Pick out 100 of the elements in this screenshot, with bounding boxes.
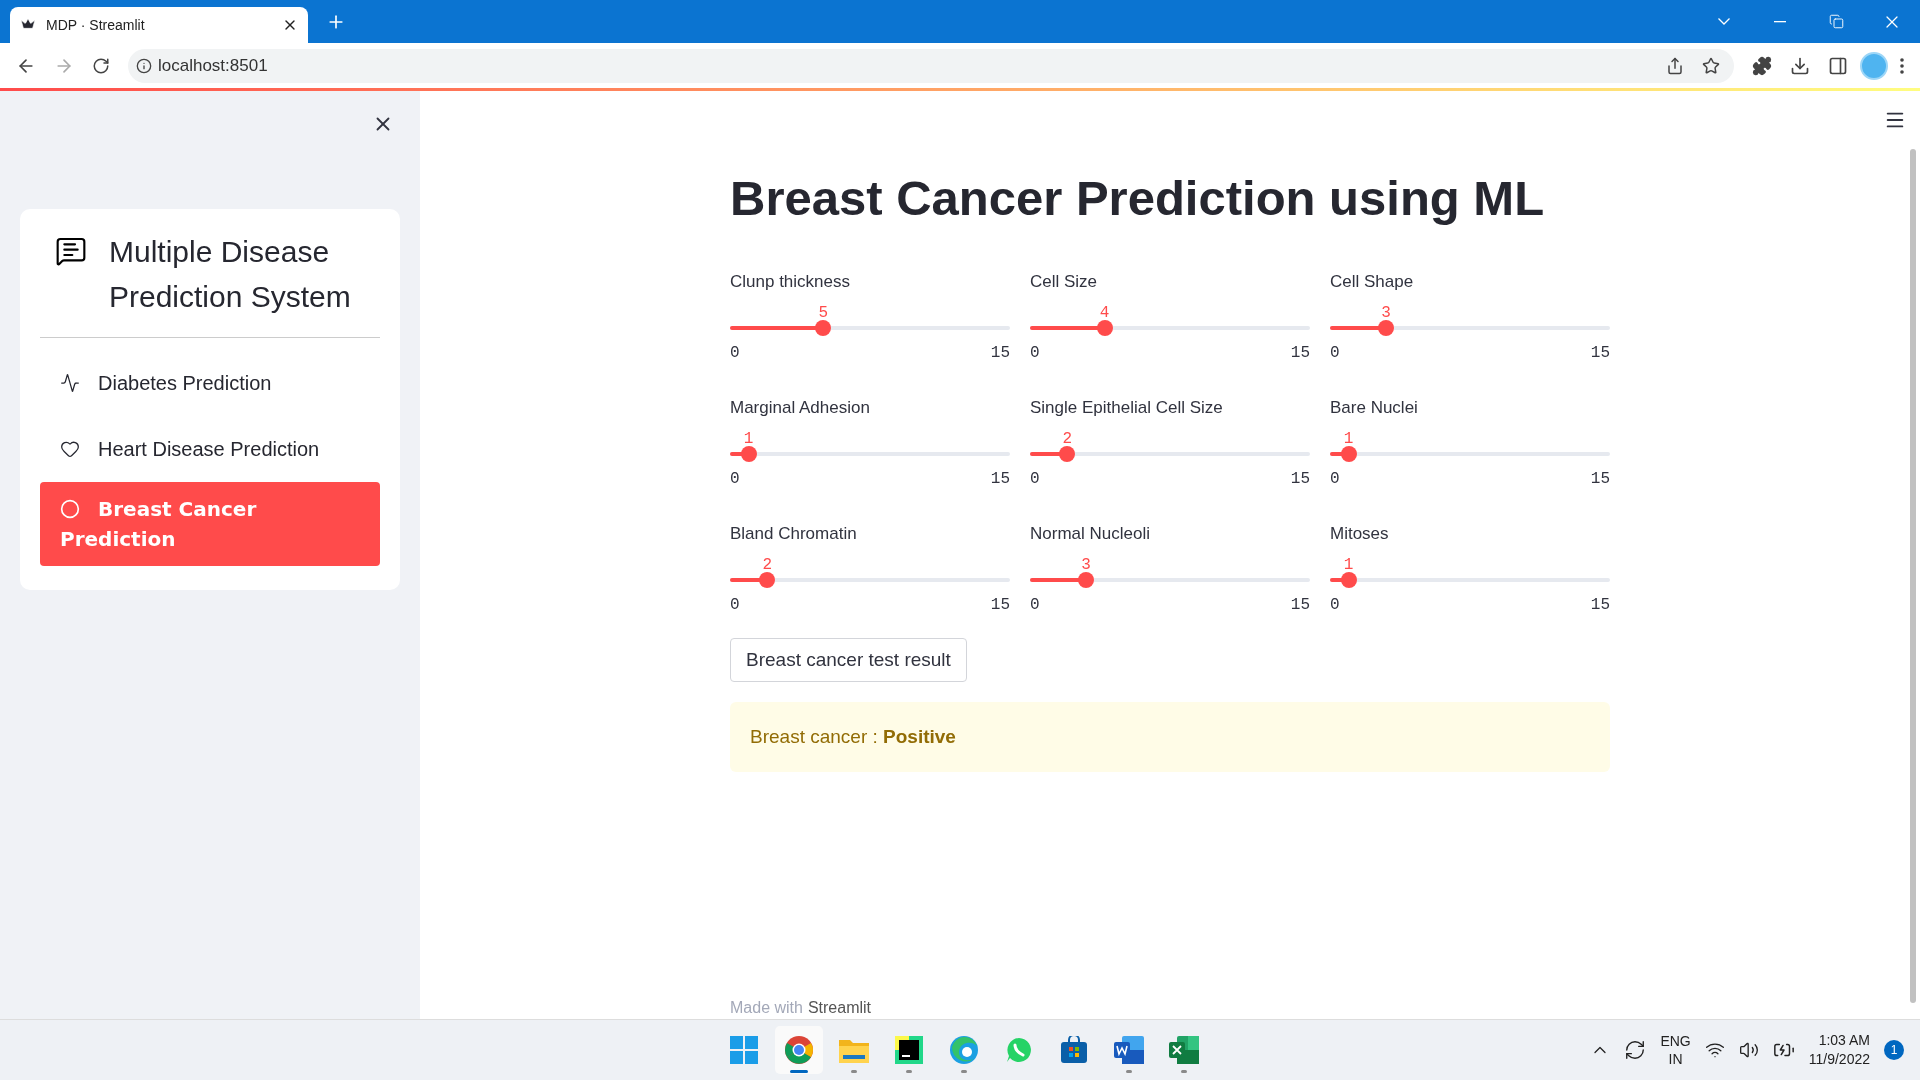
- slider-track[interactable]: [1330, 319, 1610, 336]
- language-indicator[interactable]: ENG IN: [1660, 1032, 1691, 1068]
- store-icon: [1060, 1036, 1088, 1064]
- puzzle-icon: [1752, 55, 1772, 76]
- chat-icon: [1005, 1036, 1033, 1064]
- slider-min: 0: [730, 343, 740, 362]
- slider-value: 5: [818, 303, 829, 322]
- slider-track[interactable]: [1030, 571, 1310, 588]
- slider-track[interactable]: [1330, 571, 1610, 588]
- heart-icon: [60, 439, 80, 459]
- slider-value: 3: [1381, 303, 1391, 322]
- slider-value: 1: [1343, 555, 1354, 574]
- slider-min: 0: [730, 595, 740, 614]
- scrollbar[interactable]: [1910, 149, 1916, 1003]
- slider-max: 15: [1590, 343, 1610, 362]
- profile-avatar[interactable]: [1860, 51, 1888, 80]
- clock-date: 11/9/2022: [1808, 1050, 1870, 1069]
- folder-icon: [839, 1037, 869, 1063]
- slider-track[interactable]: [730, 445, 1010, 462]
- slider-label: Normal Nucleoli: [1030, 523, 1151, 545]
- slider-min: 0: [1030, 595, 1040, 614]
- footer-link[interactable]: Streamlit: [807, 999, 872, 1017]
- notification-badge[interactable]: 1: [1884, 1040, 1904, 1060]
- address-bar[interactable]: localhost:8501: [128, 48, 1734, 83]
- browser-icon: [784, 1035, 814, 1065]
- slider-track[interactable]: [730, 319, 1010, 336]
- slider-value: 4: [1099, 303, 1110, 322]
- slider-max: 15: [990, 343, 1010, 362]
- tab-title: MDP · Streamlit: [46, 17, 146, 33]
- star-icon: [1702, 56, 1720, 75]
- slider-max: 15: [1290, 343, 1310, 362]
- slider-min: 0: [1330, 343, 1340, 362]
- minimize-icon: [1774, 20, 1786, 23]
- slider-min: 0: [1030, 469, 1040, 488]
- test-result-button[interactable]: Breast cancer test result: [730, 637, 967, 682]
- browser-tab[interactable]: MDP · Streamlit: [10, 7, 308, 43]
- slider-thumb[interactable]: [1096, 319, 1113, 336]
- restore-icon: [1828, 14, 1844, 29]
- sidebar-title: Multiple Disease Prediction System: [109, 234, 352, 315]
- spreadsheet-app-icon: [1169, 1036, 1199, 1064]
- nav-item[interactable]: Heart Disease Prediction: [40, 416, 380, 482]
- clock[interactable]: 1:03 AM 11/9/2022: [1808, 1031, 1870, 1069]
- circle-icon: [60, 499, 80, 519]
- language-text: ENG: [1660, 1032, 1691, 1050]
- more-icon: [1900, 57, 1904, 74]
- slider-thumb[interactable]: [1340, 445, 1357, 462]
- slider-track[interactable]: [1330, 445, 1610, 462]
- result-text: Breast cancer : Positive: [750, 725, 956, 747]
- url-text: localhost:8501: [158, 55, 269, 76]
- slider-label: Single Epithelial Cell Size: [1030, 397, 1224, 419]
- slider-label: Clunp thickness: [730, 271, 851, 293]
- windows-icon: [730, 1036, 758, 1064]
- slider-max: 15: [1590, 595, 1610, 614]
- slider-thumb[interactable]: [759, 571, 776, 588]
- slider-label: Bare Nuclei: [1330, 397, 1419, 419]
- list-icon: [55, 235, 87, 267]
- slider-thumb[interactable]: [1378, 319, 1394, 336]
- slider-track[interactable]: [730, 571, 1010, 588]
- info-icon: [136, 57, 152, 74]
- chevron-down-icon: [1718, 18, 1730, 25]
- slider-max: 15: [1590, 469, 1610, 488]
- side-panel-icon: [1828, 55, 1848, 76]
- clock-time: 1:03 AM: [1818, 1031, 1870, 1050]
- slider-track[interactable]: [1030, 319, 1310, 336]
- slider-value: 2: [1062, 429, 1073, 448]
- slider-thumb[interactable]: [815, 319, 832, 336]
- footer-text: Made with: [730, 999, 803, 1017]
- slider-label: Bland Chromatin: [730, 523, 858, 545]
- nav-item[interactable]: Diabetes Prediction: [40, 350, 380, 416]
- slider-label: Cell Size: [1030, 271, 1099, 293]
- slider-thumb[interactable]: [1078, 571, 1094, 588]
- slider-value: 1: [1343, 429, 1354, 448]
- slider-label: Cell Shape: [1330, 271, 1415, 293]
- slider-max: 15: [990, 595, 1010, 614]
- slider-max: 15: [990, 469, 1010, 488]
- slider-max: 15: [1290, 595, 1310, 614]
- slider-label: Mitoses: [1330, 523, 1390, 545]
- slider-value: 1: [743, 429, 754, 448]
- ide-icon: [895, 1036, 923, 1064]
- slider-thumb[interactable]: [1340, 571, 1357, 588]
- language-text: IN: [1668, 1050, 1683, 1068]
- slider-value: 2: [762, 555, 773, 574]
- slider-min: 0: [730, 469, 740, 488]
- slider-label: Marginal Adhesion: [730, 397, 871, 419]
- slider-track[interactable]: [1030, 445, 1310, 462]
- page-title: Breast Cancer Prediction using ML: [730, 170, 1546, 227]
- slider-min: 0: [1330, 595, 1340, 614]
- slider-max: 15: [1290, 469, 1310, 488]
- download-icon: [1790, 55, 1810, 76]
- slider-min: 0: [1330, 469, 1340, 488]
- slider-thumb[interactable]: [740, 445, 757, 462]
- reload-icon: [92, 56, 110, 75]
- slider-value: 3: [1081, 555, 1091, 574]
- sync-icon[interactable]: [1624, 1039, 1647, 1061]
- share-icon: [1666, 56, 1684, 75]
- document-app-icon: [1114, 1036, 1144, 1064]
- volume-icon[interactable]: [1738, 1040, 1759, 1060]
- edge-icon: [949, 1035, 979, 1065]
- slider-min: 0: [1030, 343, 1040, 362]
- slider-thumb[interactable]: [1059, 445, 1076, 462]
